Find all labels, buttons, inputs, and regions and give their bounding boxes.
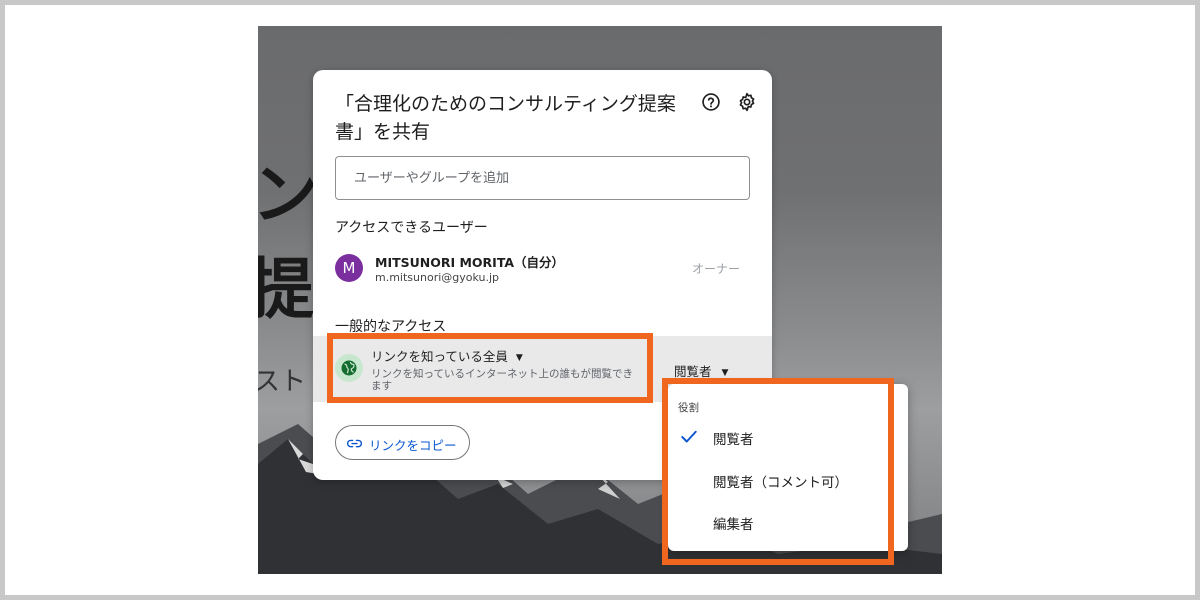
gear-icon[interactable] xyxy=(737,92,757,112)
user-role: オーナー xyxy=(691,262,740,276)
add-people-input[interactable] xyxy=(335,156,750,200)
user-name: MITSUNORI MORITA（自分） xyxy=(375,255,565,270)
help-icon[interactable] xyxy=(701,92,721,112)
link-role-value: 閲覧者 xyxy=(674,364,712,379)
link-icon xyxy=(347,439,362,448)
caret-down-icon: ▼ xyxy=(721,368,729,378)
avatar: M xyxy=(335,254,363,282)
dialog-title: 「合理化のためのコンサルティング提案書」を共有 xyxy=(335,93,676,143)
user-email: m.mitsunori@gyoku.jp xyxy=(375,271,500,284)
people-with-access-label: アクセスできるユーザー xyxy=(335,220,488,236)
copy-link-label: リンクをコピー xyxy=(369,438,457,453)
highlight-box-link-access xyxy=(327,333,653,403)
highlight-box-role-menu xyxy=(662,378,894,565)
copy-link-button[interactable]: リンクをコピー xyxy=(335,425,470,460)
user-row-owner: M MITSUNORI MORITA（自分） m.mitsunori@gyoku… xyxy=(335,252,750,292)
